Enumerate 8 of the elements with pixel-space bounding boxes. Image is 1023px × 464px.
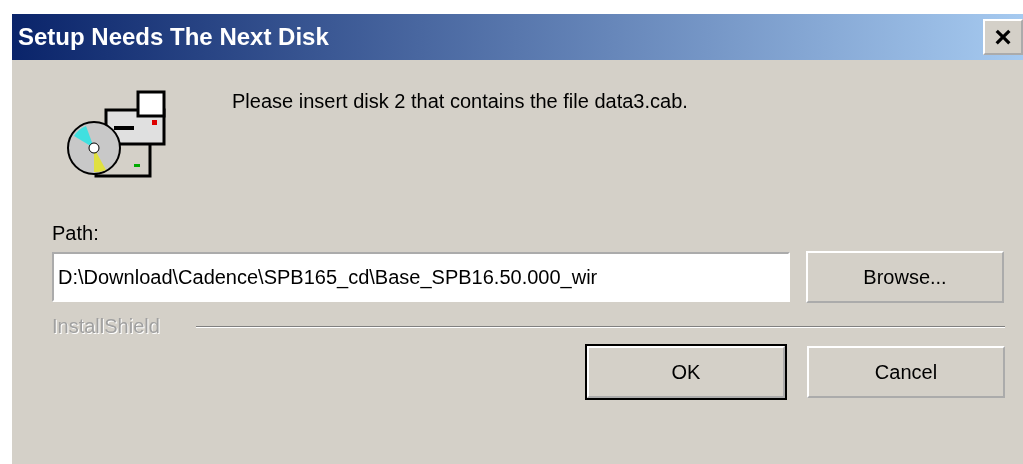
message-text: Please insert disk 2 that contains the file data3.cab. [232, 90, 688, 114]
ok-button[interactable]: OK [587, 346, 785, 398]
browse-button[interactable]: Browse... [806, 251, 1004, 303]
path-label: Path: [52, 222, 100, 245]
cancel-button[interactable]: Cancel [807, 346, 1005, 398]
close-button[interactable]: × [983, 19, 1023, 55]
window-title: Setup Needs The Next Disk [18, 23, 329, 51]
path-field[interactable]: D:\Download\Cadence\SPB165_cd\Base_SPB16.50.000_wir [52, 252, 790, 302]
